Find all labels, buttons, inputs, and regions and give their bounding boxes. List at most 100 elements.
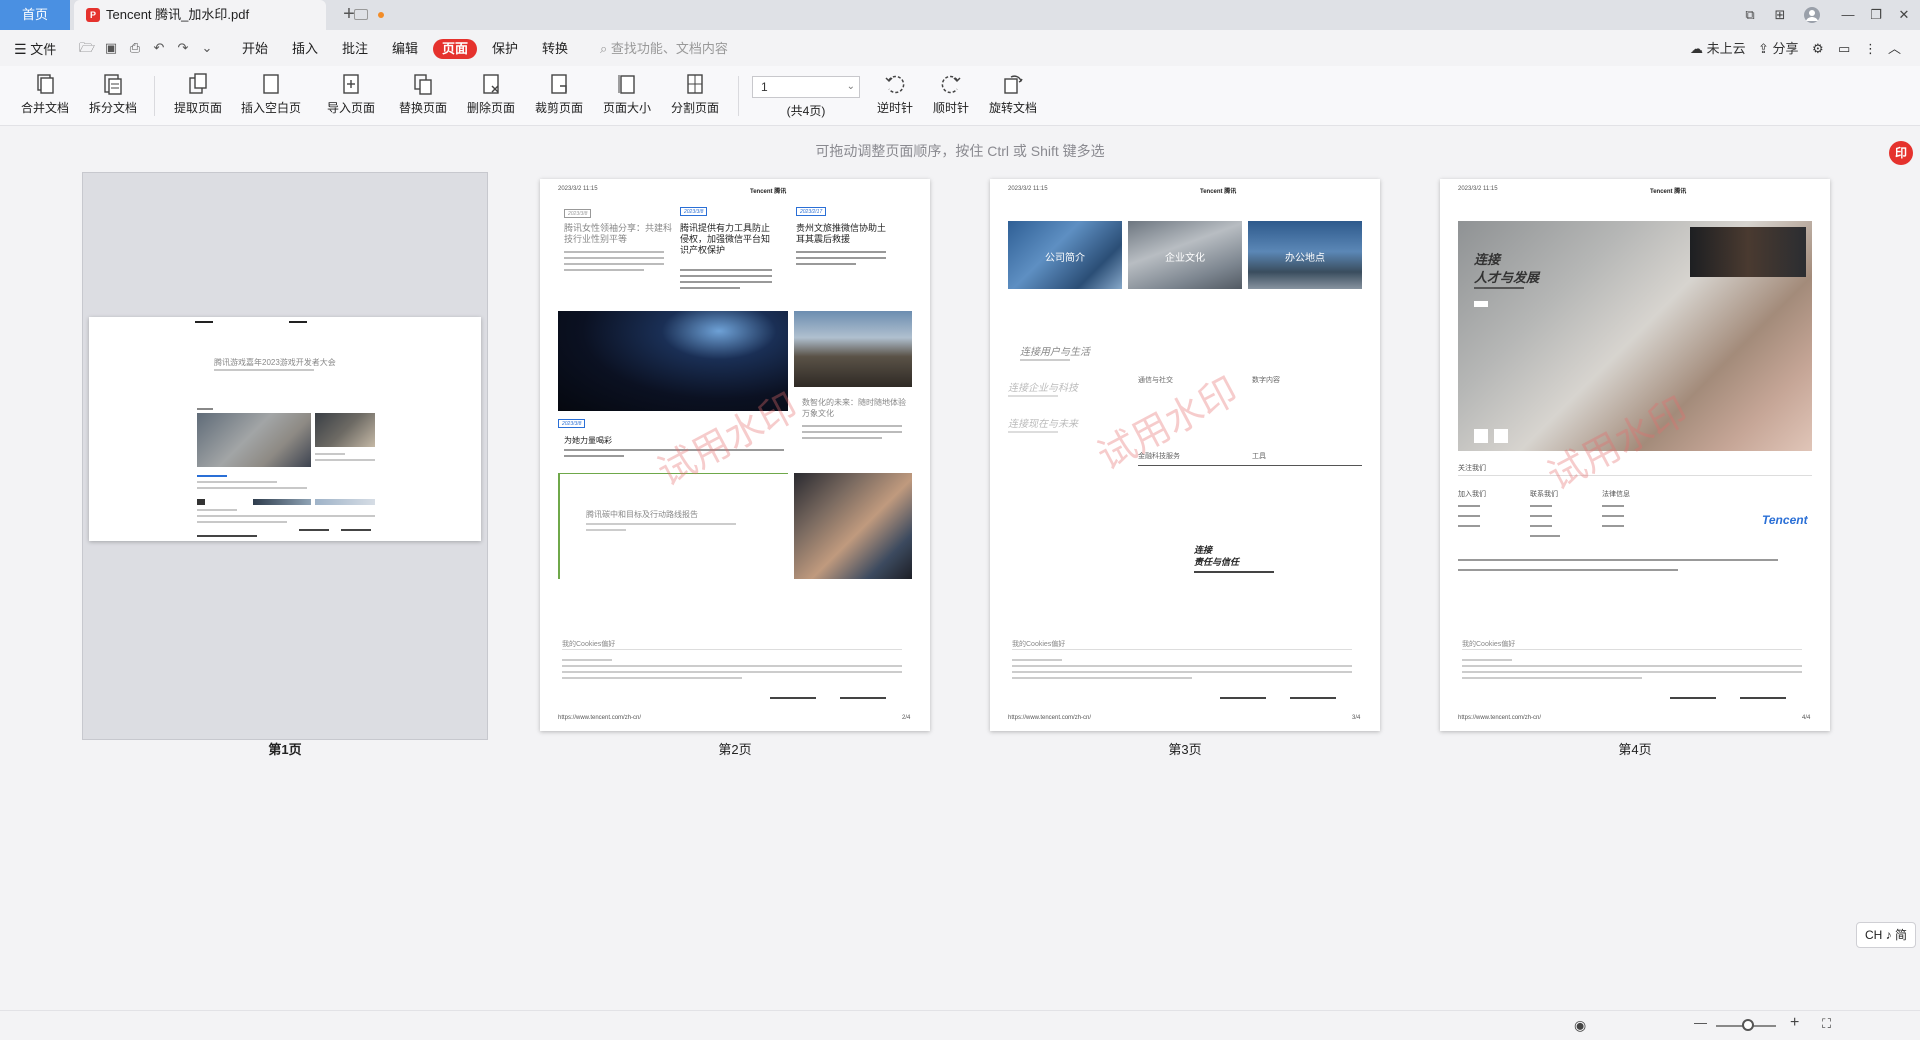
layout-icon[interactable]: ⧉ [1736, 0, 1764, 30]
replace-icon [414, 74, 432, 95]
page-2-preview[interactable]: 2023/3/2 11:15 Tencent 腾讯 2023/3/8 腾讯女性领… [540, 179, 930, 731]
cloud-icon: ☁ [1690, 41, 1703, 56]
zoom-out-button[interactable]: — [1694, 1015, 1707, 1030]
menu-page[interactable]: 页面 [433, 39, 478, 59]
page-2-image-crowd [794, 473, 912, 579]
stamp-icon[interactable]: 印 [1889, 141, 1913, 165]
more-icon[interactable]: ⋮ [1864, 39, 1877, 59]
open-folder-icon[interactable]: 🗁 [78, 40, 96, 56]
page-3-link3: 连接现在与未来 [1008, 419, 1078, 430]
zoom-in-button[interactable]: + [1790, 1014, 1799, 1032]
page-2-header: Tencent 腾讯 [750, 189, 787, 195]
replace-label: 替换页面 [398, 101, 447, 115]
menu-start[interactable]: 开始 [242, 39, 268, 59]
page-size-icon [618, 75, 635, 94]
page-1-image-portrait [315, 413, 375, 447]
comment-icon[interactable]: ▭ [1838, 39, 1850, 59]
search-input[interactable]: ⌕ 查找功能、文档内容 [600, 39, 728, 59]
page-1-image-people [197, 413, 311, 467]
rotate-doc-label: 旋转文档 [988, 101, 1037, 115]
zoom-slider-handle[interactable] [1742, 1019, 1754, 1031]
crop-pages-button[interactable]: 裁剪页面 [524, 70, 594, 124]
split-docs-button[interactable]: 拆分文档 [78, 70, 148, 124]
delete-pages-button[interactable]: 删除页面 [456, 70, 526, 124]
drag-hint: 可拖动调整页面顺序，按住 Ctrl 或 Shift 键多选 [815, 143, 1105, 159]
restore-button[interactable]: ❐ [1862, 0, 1890, 30]
fit-page-icon[interactable]: ⛶ [1822, 1016, 1831, 1032]
file-menu-label: 文件 [30, 42, 57, 57]
page-2-mid-title: 为她力量喝彩 [564, 436, 612, 445]
tab-document-title: Tencent 腾讯_加水印.pdf [106, 7, 250, 22]
page-2-col1-title: 腾讯女性领袖分享：共建科技行业性别平等 [564, 223, 673, 244]
file-menu[interactable]: ☰ 文件 [14, 39, 56, 59]
pdf-file-icon: P [86, 8, 100, 22]
share-button[interactable]: ⇪ 分享 [1758, 39, 1799, 59]
replace-pages-button[interactable]: 替换页面 [388, 70, 458, 124]
menu-convert[interactable]: 转换 [542, 39, 568, 59]
page-4-preview[interactable]: 2023/3/2 11:15 Tencent 腾讯 连接 人才与发展 关注我们 … [1440, 179, 1830, 731]
redo-icon[interactable]: ↷ [174, 40, 192, 56]
merge-docs-button[interactable]: 合并文档 [10, 70, 80, 124]
divide-pages-button[interactable]: 分割页面 [660, 70, 730, 124]
rotate-cw-button[interactable]: 顺时针 [916, 70, 986, 124]
page-3-url: https://www.tencent.com/zh-cn/ [1008, 715, 1092, 721]
tab-document[interactable]: P Tencent 腾讯_加水印.pdf [74, 0, 384, 30]
collapse-ribbon-icon[interactable]: ︿ [1888, 39, 1901, 59]
page-number-select[interactable]: 1 ⌄ [752, 76, 860, 98]
cloud-button[interactable]: ☁ 未上云 [1690, 39, 1746, 59]
page-3-responsibility: 责任与信任 [1194, 557, 1240, 567]
delete-page-icon [483, 74, 499, 94]
close-window-button[interactable]: ✕ [1890, 0, 1918, 30]
cloud-label: 未上云 [1706, 41, 1746, 56]
split-icon [104, 74, 122, 95]
insert-blank-page-button[interactable]: 插入空白页 [236, 70, 306, 124]
page-thumbnail-area: 可拖动调整页面顺序，按住 Ctrl 或 Shift 键多选 印 腾讯游戏嘉年20… [0, 127, 1920, 1010]
import-pages-button[interactable]: 导入页面 [316, 70, 386, 124]
insert-blank-label: 插入空白页 [240, 101, 301, 115]
apps-grid-icon[interactable]: ⊞ [1766, 0, 1794, 30]
page-3-header: Tencent 腾讯 [1200, 189, 1237, 195]
page-size-button[interactable]: 页面大小 [592, 70, 662, 124]
save-icon[interactable]: ▣ [102, 40, 120, 56]
page-2-url: https://www.tencent.com/zh-cn/ [558, 715, 642, 721]
eye-icon[interactable]: ◉ [1574, 1017, 1586, 1034]
tab-bar: 首页 P Tencent 腾讯_加水印.pdf + ⧉ ⊞ — ❐ ✕ [0, 0, 1920, 30]
undo-icon[interactable]: ↶ [150, 40, 168, 56]
divide-icon [687, 74, 703, 94]
ribbon-toolbar: 合并文档 拆分文档 提取页面 插入空白页 导入页面 替换页面 删除页面 裁剪页面… [0, 66, 1920, 126]
page-4-contact: 联系我们 [1530, 491, 1558, 498]
page-label-2: 第2页 [718, 742, 752, 757]
print-icon[interactable]: ⎙ [126, 40, 144, 56]
page-3-cat1: 通信与社交 [1138, 377, 1173, 384]
avatar[interactable] [1798, 0, 1826, 30]
page-label-1: 第1页 [268, 742, 302, 757]
extract-pages-button[interactable]: 提取页面 [163, 70, 233, 124]
page-3-preview[interactable]: 2023/3/2 11:15 Tencent 腾讯 公司简介 企业文化 办公地点… [990, 179, 1380, 731]
crop-label: 裁剪页面 [534, 101, 583, 115]
page-total: (共4页) [786, 104, 826, 118]
rotate-document-button[interactable]: 旋转文档 [978, 70, 1048, 124]
page-1-preview[interactable]: 腾讯游戏嘉年2023游戏开发者大会 [89, 317, 481, 541]
unsaved-dot-icon [378, 12, 384, 18]
settings-icon[interactable]: ⚙ [1812, 39, 1824, 59]
share-label: 分享 [1772, 41, 1799, 56]
page-3-img1-label: 公司简介 [1045, 253, 1085, 264]
menu-insert[interactable]: 插入 [292, 39, 318, 59]
page-label-4: 第4页 [1618, 742, 1652, 757]
page-4-follow: 关注我们 [1458, 465, 1486, 472]
more-quick-icon[interactable]: ⌄ [198, 40, 216, 56]
tab-home[interactable]: 首页 [0, 0, 70, 30]
search-icon: ⌕ [600, 41, 608, 56]
menu-edit[interactable]: 编辑 [392, 39, 418, 59]
page-4-cookies: 我的Cookies偏好 [1462, 641, 1516, 648]
import-label: 导入页面 [326, 101, 375, 115]
page-4-hero-screen [1690, 227, 1806, 277]
page-3-cookies: 我的Cookies偏好 [1012, 641, 1066, 648]
menu-protect[interactable]: 保护 [492, 39, 518, 59]
menu-comment[interactable]: 批注 [342, 39, 368, 59]
blank-page-icon [263, 74, 279, 94]
extract-icon [189, 73, 207, 94]
ime-indicator[interactable]: CH ♪ 简 [1856, 922, 1916, 948]
new-tab-button[interactable]: + [336, 0, 362, 30]
minimize-button[interactable]: — [1834, 0, 1862, 30]
